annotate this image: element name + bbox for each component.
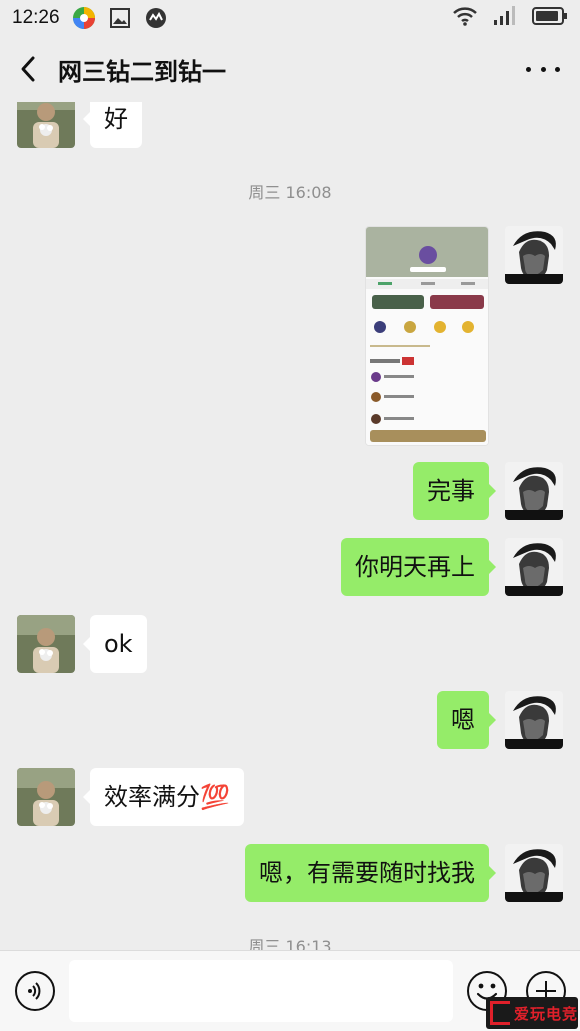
contact-avatar[interactable] [17,615,75,673]
voice-icon [28,982,41,1000]
message-bubble-sent[interactable]: 嗯，有需要随时找我 [245,844,496,902]
signal-icon [492,5,518,32]
gallery-icon [108,6,132,30]
chat-title: 网三钻二到钻一 [58,57,226,86]
voice-button[interactable] [15,971,55,1011]
app-store-icon [72,6,96,30]
chevron-left-icon [21,56,35,82]
user-avatar[interactable] [505,462,563,520]
user-avatar[interactable] [505,691,563,749]
message-input[interactable] [69,960,453,1022]
watermark-logo: 爱玩电竞 [486,997,578,1029]
user-avatar[interactable] [505,844,563,902]
image-message[interactable] [365,226,489,446]
chat-header: 网三钻二到钻一 [0,36,580,102]
message-bubble-sent[interactable]: 嗯 [437,691,496,749]
user-avatar[interactable] [505,538,563,596]
watermark-text: 爱玩电竞 [514,1004,579,1023]
battery-icon [532,5,568,32]
message-bubble-received[interactable]: ok [83,615,147,673]
contact-avatar[interactable] [17,768,75,826]
message-bubble-sent[interactable]: 你明天再上 [341,538,496,596]
more-dot [540,66,546,72]
more-button[interactable] [526,56,560,82]
status-time: 12:26 [12,7,60,28]
message-bubble-received[interactable]: 好 [83,102,142,148]
more-dot [555,66,560,72]
status-bar: 12:26 [0,0,580,36]
message-bubble-sent[interactable]: 完事 [413,462,496,520]
contact-avatar[interactable] [17,102,75,148]
message-list[interactable]: 好 周三 16:08 完事 你明天再上 ok 嗯 效率满分💯 嗯，有需要随时找我… [0,102,580,950]
wifi-icon [452,5,478,32]
browser-icon [144,6,168,30]
user-avatar[interactable] [505,226,563,284]
watermark-mark [490,1001,510,1025]
status-right-group [452,5,568,32]
message-timestamp: 周三 16:08 [248,183,332,202]
message-bubble-received[interactable]: 效率满分💯 [83,768,244,826]
more-dot [526,66,531,72]
message-timestamp: 周三 16:13 [248,937,332,950]
back-button[interactable] [2,36,54,102]
